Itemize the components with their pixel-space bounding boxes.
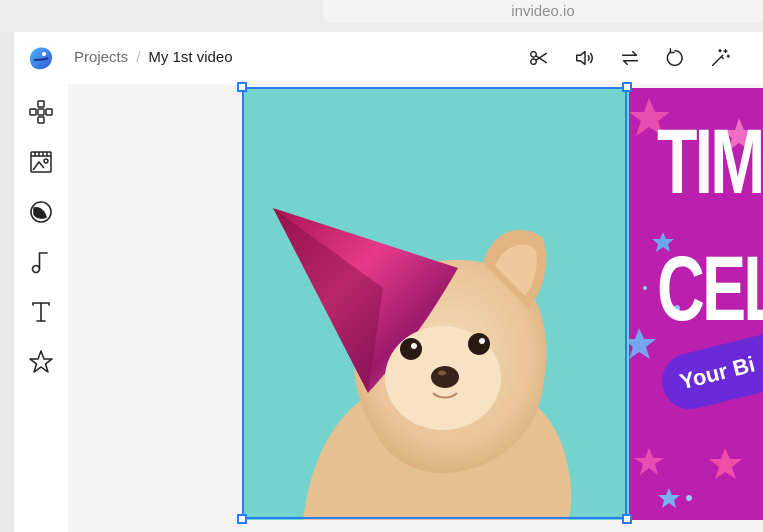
templates-icon[interactable]	[26, 97, 56, 127]
music-icon[interactable]	[26, 247, 56, 277]
address-bar[interactable]: invideo.io	[323, 0, 763, 22]
browser-chrome: invideo.io	[0, 0, 763, 32]
media-icon[interactable]	[26, 147, 56, 177]
rotate-icon[interactable]	[663, 46, 687, 70]
scene-1-image[interactable]	[243, 88, 629, 520]
magic-wand-icon[interactable]	[708, 46, 732, 70]
resize-handle-top-left[interactable]	[237, 82, 247, 92]
invideo-logo-icon[interactable]	[26, 43, 56, 73]
sidebar	[14, 84, 68, 532]
text-icon[interactable]	[26, 297, 56, 327]
resize-handle-top-right[interactable]	[622, 82, 632, 92]
scene-2-subtitle-text: Your Bi	[677, 351, 758, 395]
scene-2-image[interactable]: TIM CEL Your Bi	[629, 88, 763, 520]
breadcrumb-current-project[interactable]: My 1st video	[148, 49, 232, 66]
favorites-icon[interactable]	[26, 347, 56, 377]
scene-2-title-line-2: CEL	[657, 238, 763, 340]
scissors-icon[interactable]	[527, 46, 551, 70]
puppy-illustration	[273, 208, 572, 520]
volume-icon[interactable]	[573, 46, 597, 70]
breadcrumb: Projects / My 1st video	[74, 49, 233, 66]
stickers-icon[interactable]	[26, 197, 56, 227]
swap-icon[interactable]	[618, 46, 642, 70]
resize-handle-bottom-right[interactable]	[622, 514, 632, 524]
scene-2-title-line-1: TIM	[657, 111, 763, 213]
editor-header: Projects / My 1st video	[14, 32, 763, 84]
url-text: invideo.io	[511, 2, 575, 20]
resize-handle-bottom-left[interactable]	[237, 514, 247, 524]
breadcrumb-separator: /	[136, 49, 141, 66]
breadcrumb-projects-link[interactable]: Projects	[74, 49, 128, 66]
